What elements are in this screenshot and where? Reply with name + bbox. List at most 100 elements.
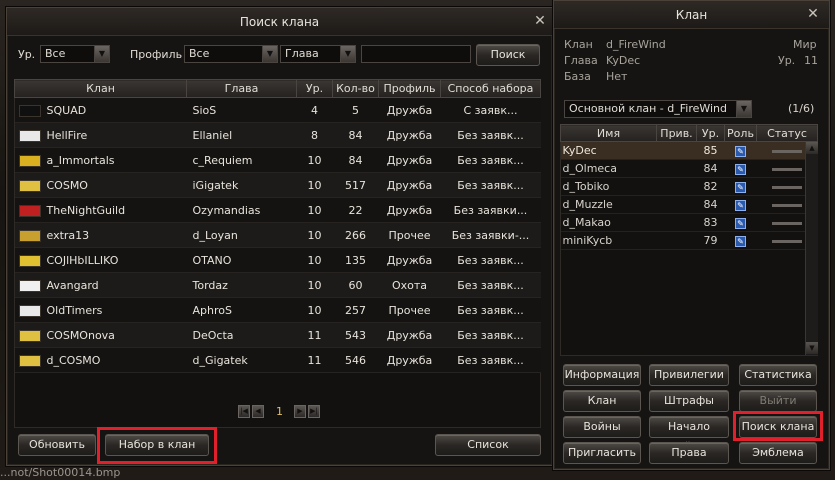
member-row[interactable]: d_Tobiko 82 ✎ [560, 177, 818, 196]
method-cell: Без заявки-... [440, 222, 541, 248]
col-status[interactable]: Статус [756, 124, 818, 142]
close-icon[interactable]: ✕ [806, 7, 820, 21]
stats-button[interactable]: Статистика [739, 364, 817, 386]
exit-button[interactable]: Выйти [739, 390, 817, 412]
table-row[interactable]: COJlHbILLIKO OTANO 10 135 Дружба Без заявк... [14, 247, 541, 273]
clan-search-highlight [733, 411, 823, 441]
member-level: 79 [696, 231, 725, 250]
col-member-level[interactable]: Ур. [696, 124, 725, 142]
next-page-icon[interactable]: ▶ [294, 405, 306, 418]
profile-cell: Дружба [378, 247, 441, 273]
scroll-up-icon[interactable]: ▲ [806, 142, 818, 154]
clan-table: Клан Глава Ур. Кол-во Профиль Способ наб… [14, 79, 541, 373]
clan-emblem-icon [18, 129, 41, 142]
clan-name: COSMO [46, 178, 88, 192]
clan-name-cell: TheNightGuild [14, 197, 187, 223]
profile-cell: Дружба [378, 347, 441, 373]
level-cell: 10 [296, 147, 333, 173]
col-level[interactable]: Ур. [296, 79, 333, 98]
member-role-cell: ✎ [724, 159, 757, 178]
chevron-down-icon: ▼ [94, 46, 109, 62]
member-row[interactable]: KyDec 85 ✎ [560, 141, 818, 160]
scroll-down-icon[interactable]: ▼ [806, 342, 818, 354]
member-role-cell: ✎ [724, 141, 757, 160]
member-name: d_Makao [560, 213, 697, 232]
fines-button[interactable]: Штрафы [649, 390, 729, 412]
member-row[interactable]: d_Makao 83 ✎ [560, 213, 818, 232]
start-war-button[interactable]: Начало войны [649, 416, 729, 453]
clan-name-cell: COJlHbILLIKO [14, 247, 187, 273]
table-row[interactable]: OldTimers AphroS 10 257 Прочее Без заявк... [14, 297, 541, 323]
profile-cell: Прочее [378, 297, 441, 323]
prev-page-icon[interactable]: ◀ [252, 405, 264, 418]
col-name[interactable]: Имя [560, 124, 657, 142]
list-button[interactable]: Список [435, 434, 541, 456]
member-role-cell: ✎ [724, 213, 757, 232]
col-leader[interactable]: Глава [186, 79, 297, 98]
count-cell: 546 [332, 347, 379, 373]
clan-name: Avangard [46, 278, 99, 292]
refresh-button[interactable]: Обновить [18, 434, 96, 456]
table-row[interactable]: Avangard Tordaz 10 60 Охота Без заявк... [14, 272, 541, 298]
clan-emblem-icon [18, 329, 41, 342]
count-cell: 22 [332, 197, 379, 223]
last-page-icon[interactable]: ▶| [308, 405, 320, 418]
table-row[interactable]: TheNightGuild Ozymandias 10 22 Дружба Без зая… [14, 197, 541, 223]
col-clan[interactable]: Клан [14, 79, 187, 98]
wars-button[interactable]: Войны [563, 416, 641, 438]
privileges-button[interactable]: Привилегии [649, 364, 729, 386]
profile-filter-dropdown[interactable]: Все ▼ [184, 45, 278, 63]
clan-emblem-icon [18, 104, 41, 117]
role-filter-dropdown[interactable]: Глава ▼ [280, 45, 356, 63]
member-name: KyDec [560, 141, 697, 160]
table-row[interactable]: extra13 d_Loyan 10 266 Прочее Без заявки-... [14, 222, 541, 248]
member-level: 84 [696, 159, 725, 178]
first-page-icon[interactable]: |◀ [238, 405, 250, 418]
clan-name-cell: a_Immortals [14, 147, 187, 173]
close-icon[interactable]: ✕ [533, 14, 547, 28]
clan-name: a_Immortals [46, 153, 115, 167]
level-cell: 10 [296, 247, 333, 273]
col-privilege[interactable]: Прив. [656, 124, 697, 142]
role-icon: ✎ [735, 145, 746, 157]
member-row[interactable]: d_Olmeca 84 ✎ [560, 159, 818, 178]
table-row[interactable]: d_COSMO d_Gigatek 11 546 Дружба Без заявк... [14, 347, 541, 373]
level-cell: 10 [296, 297, 333, 323]
role-icon: ✎ [735, 235, 746, 247]
member-row[interactable]: d_Muzzle 84 ✎ [560, 195, 818, 214]
table-row[interactable]: a_Immortals c_Requiem 10 84 Дружба Без заявк.… [14, 147, 541, 173]
info-button[interactable]: Информация [563, 364, 641, 386]
col-method[interactable]: Способ набора [440, 79, 541, 98]
clan-name: COSMOnova [46, 328, 115, 342]
world-label: Мир [793, 38, 817, 51]
member-scrollbar[interactable]: ▲ ▼ [805, 142, 818, 355]
clan-branch-value: Основной клан - d_FireWind [569, 102, 728, 115]
clan-name: d_COSMO [46, 353, 101, 367]
clan-table-header: Клан Глава Ур. Кол-во Профиль Способ наб… [14, 79, 541, 98]
table-row[interactable]: COSMO iGigatek 10 517 Дружба Без заявк... [14, 172, 541, 198]
col-count[interactable]: Кол-во [332, 79, 379, 98]
level-filter-dropdown[interactable]: Все ▼ [40, 45, 110, 63]
table-row[interactable]: SQUAD SioS 4 5 Дружба С заявк... [14, 97, 541, 123]
member-table: Имя Прив. Ур. Роль Статус KyDec 85 ✎ d_Olme… [560, 124, 818, 250]
level-cell: 10 [296, 272, 333, 298]
col-role[interactable]: Роль [724, 124, 757, 142]
table-row[interactable]: HellFire Ellaniel 8 84 Дружба Без заявк... [14, 122, 541, 148]
clan-button[interactable]: Клан [563, 390, 641, 412]
leader-cell: iGigatek [186, 172, 297, 198]
chevron-down-icon: ▼ [736, 101, 751, 117]
member-level: 82 [696, 177, 725, 196]
count-cell: 257 [332, 297, 379, 323]
search-input[interactable] [361, 45, 471, 63]
col-profile[interactable]: Профиль [378, 79, 441, 98]
emblem-button[interactable]: Эмблема [739, 442, 817, 464]
member-row[interactable]: miniKycb 79 ✎ [560, 231, 818, 250]
level-cell: 11 [296, 347, 333, 373]
clan-branch-dropdown[interactable]: Основной клан - d_FireWind ▼ [564, 100, 752, 118]
invite-button[interactable]: Пригласить [563, 442, 641, 464]
level-cell: 4 [296, 97, 333, 123]
clan-level-value: 11 [804, 54, 818, 67]
search-button[interactable]: Поиск [476, 44, 540, 66]
rights-button[interactable]: Права [649, 442, 729, 464]
table-row[interactable]: COSMOnova DeOcta 11 543 Дружба Без заявк... [14, 322, 541, 348]
